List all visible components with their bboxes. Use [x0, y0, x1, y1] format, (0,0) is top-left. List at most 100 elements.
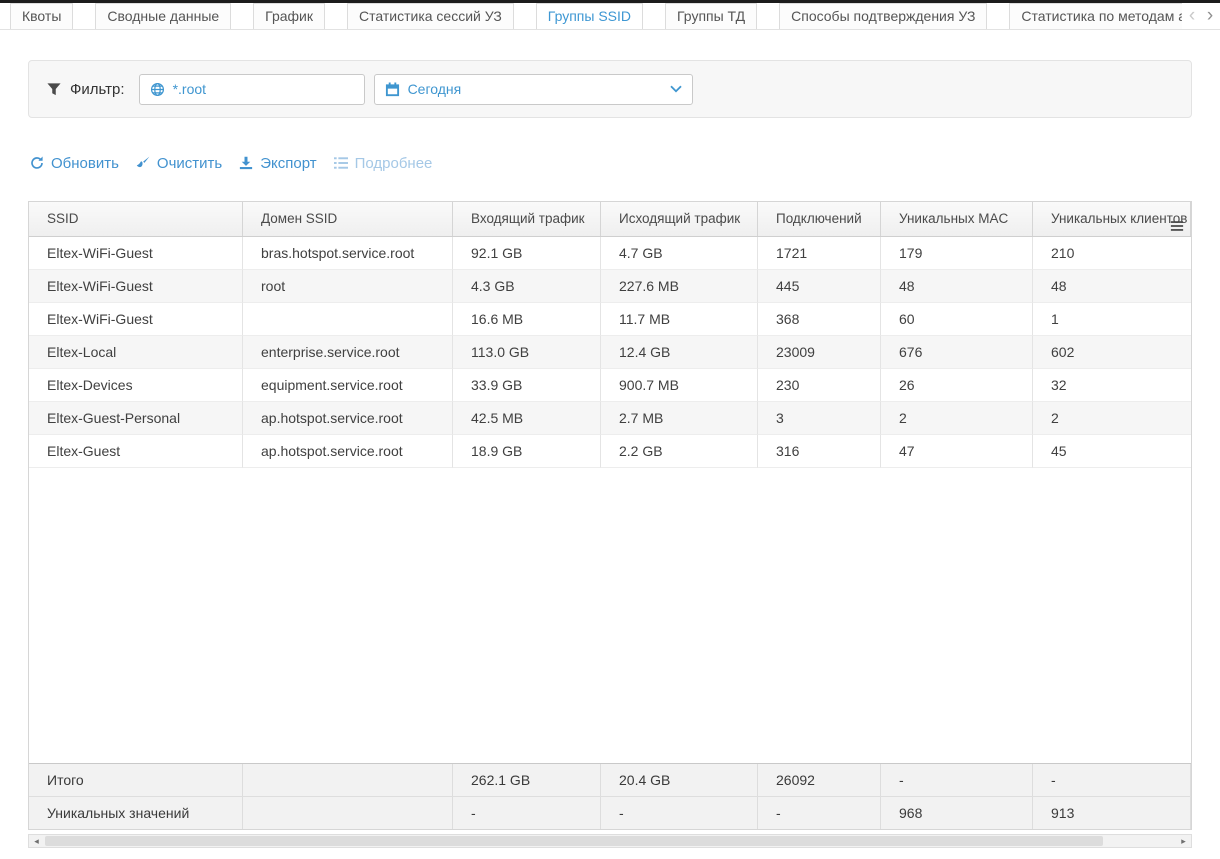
- cell-outbound[interactable]: 12.4 GB: [601, 336, 758, 369]
- tab-chart[interactable]: График: [253, 3, 325, 29]
- refresh-label: Обновить: [51, 155, 119, 172]
- column-header-inbound-traffic[interactable]: Входящий трафик: [453, 202, 601, 236]
- cell-domain[interactable]: ap.hotspot.service.root: [243, 402, 453, 435]
- column-header-connections[interactable]: Подключений: [758, 202, 881, 236]
- cell-outbound[interactable]: 227.6 MB: [601, 270, 758, 303]
- cell-unique-clients[interactable]: 45: [1033, 435, 1191, 468]
- tab-confirmation-methods[interactable]: Способы подтверждения УЗ: [779, 3, 987, 29]
- cell-outbound[interactable]: 11.7 MB: [601, 303, 758, 336]
- period-select[interactable]: Сегодня: [374, 74, 693, 105]
- refresh-button[interactable]: Обновить: [30, 155, 119, 172]
- table-row[interactable]: Eltex-Devices equipment.service.root 33.…: [29, 369, 1191, 402]
- summary-connections: -: [758, 797, 881, 829]
- column-header-ssid[interactable]: SSID: [29, 202, 243, 236]
- cell-outbound[interactable]: 4.7 GB: [601, 237, 758, 270]
- column-menu-icon[interactable]: [1170, 212, 1184, 236]
- cell-unique-clients[interactable]: 48: [1033, 270, 1191, 303]
- table-row[interactable]: Eltex-Local enterprise.service.root 113.…: [29, 336, 1191, 369]
- cell-outbound[interactable]: 900.7 MB: [601, 369, 758, 402]
- cell-inbound[interactable]: 42.5 MB: [453, 402, 601, 435]
- cell-unique-mac[interactable]: 60: [881, 303, 1033, 336]
- cell-unique-clients[interactable]: 602: [1033, 336, 1191, 369]
- cell-ssid[interactable]: Eltex-Guest-Personal: [29, 402, 243, 435]
- summary-domain: [243, 797, 453, 829]
- cell-unique-mac[interactable]: 676: [881, 336, 1033, 369]
- cell-unique-mac[interactable]: 2: [881, 402, 1033, 435]
- cell-ssid[interactable]: Eltex-Local: [29, 336, 243, 369]
- chevron-down-icon[interactable]: [670, 85, 682, 93]
- cell-ssid[interactable]: Eltex-WiFi-Guest: [29, 270, 243, 303]
- tab-auth-methods[interactable]: Статистика по методам а: [1009, 3, 1198, 29]
- details-button[interactable]: Подробнее: [334, 155, 433, 172]
- cell-inbound[interactable]: 33.9 GB: [453, 369, 601, 402]
- cell-unique-clients[interactable]: 2: [1033, 402, 1191, 435]
- clear-button[interactable]: Очистить: [136, 155, 222, 172]
- cell-ssid[interactable]: Eltex-WiFi-Guest: [29, 303, 243, 336]
- table-row[interactable]: Eltex-WiFi-Guest bras.hotspot.service.ro…: [29, 237, 1191, 270]
- cell-unique-clients[interactable]: 32: [1033, 369, 1191, 402]
- cell-inbound[interactable]: 92.1 GB: [453, 237, 601, 270]
- cell-unique-clients[interactable]: 210: [1033, 237, 1191, 270]
- cell-unique-mac[interactable]: 26: [881, 369, 1033, 402]
- tab-ssid-groups[interactable]: Группы SSID: [536, 3, 643, 29]
- cell-domain[interactable]: bras.hotspot.service.root: [243, 237, 453, 270]
- cell-inbound[interactable]: 18.9 GB: [453, 435, 601, 468]
- summary-unique-mac: 968: [881, 797, 1033, 829]
- summary-unique-clients: -: [1033, 764, 1191, 796]
- column-header-ssid-domain[interactable]: Домен SSID: [243, 202, 453, 236]
- cell-connections[interactable]: 23009: [758, 336, 881, 369]
- column-header-unique-clients-label: Уникальных клиентов: [1051, 211, 1187, 226]
- cell-unique-mac[interactable]: 179: [881, 237, 1033, 270]
- cell-domain[interactable]: root: [243, 270, 453, 303]
- grid-toolbar: Обновить Очистить Экспорт Подробнее: [30, 152, 1192, 174]
- tab-account-sessions[interactable]: Статистика сессий УЗ: [347, 3, 514, 29]
- column-header-outbound-traffic[interactable]: Исходящий трафик: [601, 202, 758, 236]
- export-label: Экспорт: [260, 155, 316, 172]
- cell-outbound[interactable]: 2.2 GB: [601, 435, 758, 468]
- column-header-unique-clients[interactable]: Уникальных клиентов: [1033, 202, 1191, 236]
- cell-unique-clients[interactable]: 1: [1033, 303, 1191, 336]
- cell-connections[interactable]: 316: [758, 435, 881, 468]
- table-row[interactable]: Eltex-Guest ap.hotspot.service.root 18.9…: [29, 435, 1191, 468]
- cell-domain[interactable]: equipment.service.root: [243, 369, 453, 402]
- cell-unique-mac[interactable]: 48: [881, 270, 1033, 303]
- cell-inbound[interactable]: 4.3 GB: [453, 270, 601, 303]
- horizontal-scrollbar[interactable]: ◂ ▸: [28, 834, 1192, 848]
- filter-pattern-input[interactable]: *.root: [139, 74, 365, 105]
- cell-connections[interactable]: 368: [758, 303, 881, 336]
- summary-label: Уникальных значений: [29, 797, 243, 829]
- cell-ssid[interactable]: Eltex-WiFi-Guest: [29, 237, 243, 270]
- cell-ssid[interactable]: Eltex-Guest: [29, 435, 243, 468]
- tab-bar: Квоты Сводные данные График Статистика с…: [0, 3, 1220, 30]
- column-header-unique-mac[interactable]: Уникальных MAC: [881, 202, 1033, 236]
- cell-ssid[interactable]: Eltex-Devices: [29, 369, 243, 402]
- tab-summary-data[interactable]: Сводные данные: [95, 3, 231, 29]
- tab-ap-groups[interactable]: Группы ТД: [665, 3, 757, 29]
- table-row[interactable]: Eltex-Guest-Personal ap.hotspot.service.…: [29, 402, 1191, 435]
- summary-connections: 26092: [758, 764, 881, 796]
- table-empty-area: [29, 468, 1191, 763]
- cell-inbound[interactable]: 113.0 GB: [453, 336, 601, 369]
- table-row[interactable]: Eltex-WiFi-Guest 16.6 MB 11.7 MB 368 60 …: [29, 303, 1191, 336]
- tab-scrollers: ‹ ›: [1182, 3, 1220, 29]
- tab-quotas[interactable]: Квоты: [10, 3, 73, 29]
- list-icon: [334, 156, 348, 170]
- cell-connections[interactable]: 3: [758, 402, 881, 435]
- cell-domain[interactable]: enterprise.service.root: [243, 336, 453, 369]
- table-row[interactable]: Eltex-WiFi-Guest root 4.3 GB 227.6 MB 44…: [29, 270, 1191, 303]
- scroll-left-arrow-icon[interactable]: ◂: [29, 835, 44, 847]
- export-button[interactable]: Экспорт: [239, 155, 316, 172]
- cell-unique-mac[interactable]: 47: [881, 435, 1033, 468]
- cell-domain[interactable]: [243, 303, 453, 336]
- scroll-right-arrow-icon[interactable]: ▸: [1176, 835, 1191, 847]
- summary-domain: [243, 764, 453, 796]
- scrollbar-thumb[interactable]: [45, 836, 1103, 846]
- cell-domain[interactable]: ap.hotspot.service.root: [243, 435, 453, 468]
- cell-connections[interactable]: 230: [758, 369, 881, 402]
- cell-inbound[interactable]: 16.6 MB: [453, 303, 601, 336]
- tab-scroll-left-icon[interactable]: ‹: [1184, 5, 1200, 27]
- tab-scroll-right-icon[interactable]: ›: [1202, 5, 1218, 27]
- cell-connections[interactable]: 1721: [758, 237, 881, 270]
- cell-connections[interactable]: 445: [758, 270, 881, 303]
- cell-outbound[interactable]: 2.7 MB: [601, 402, 758, 435]
